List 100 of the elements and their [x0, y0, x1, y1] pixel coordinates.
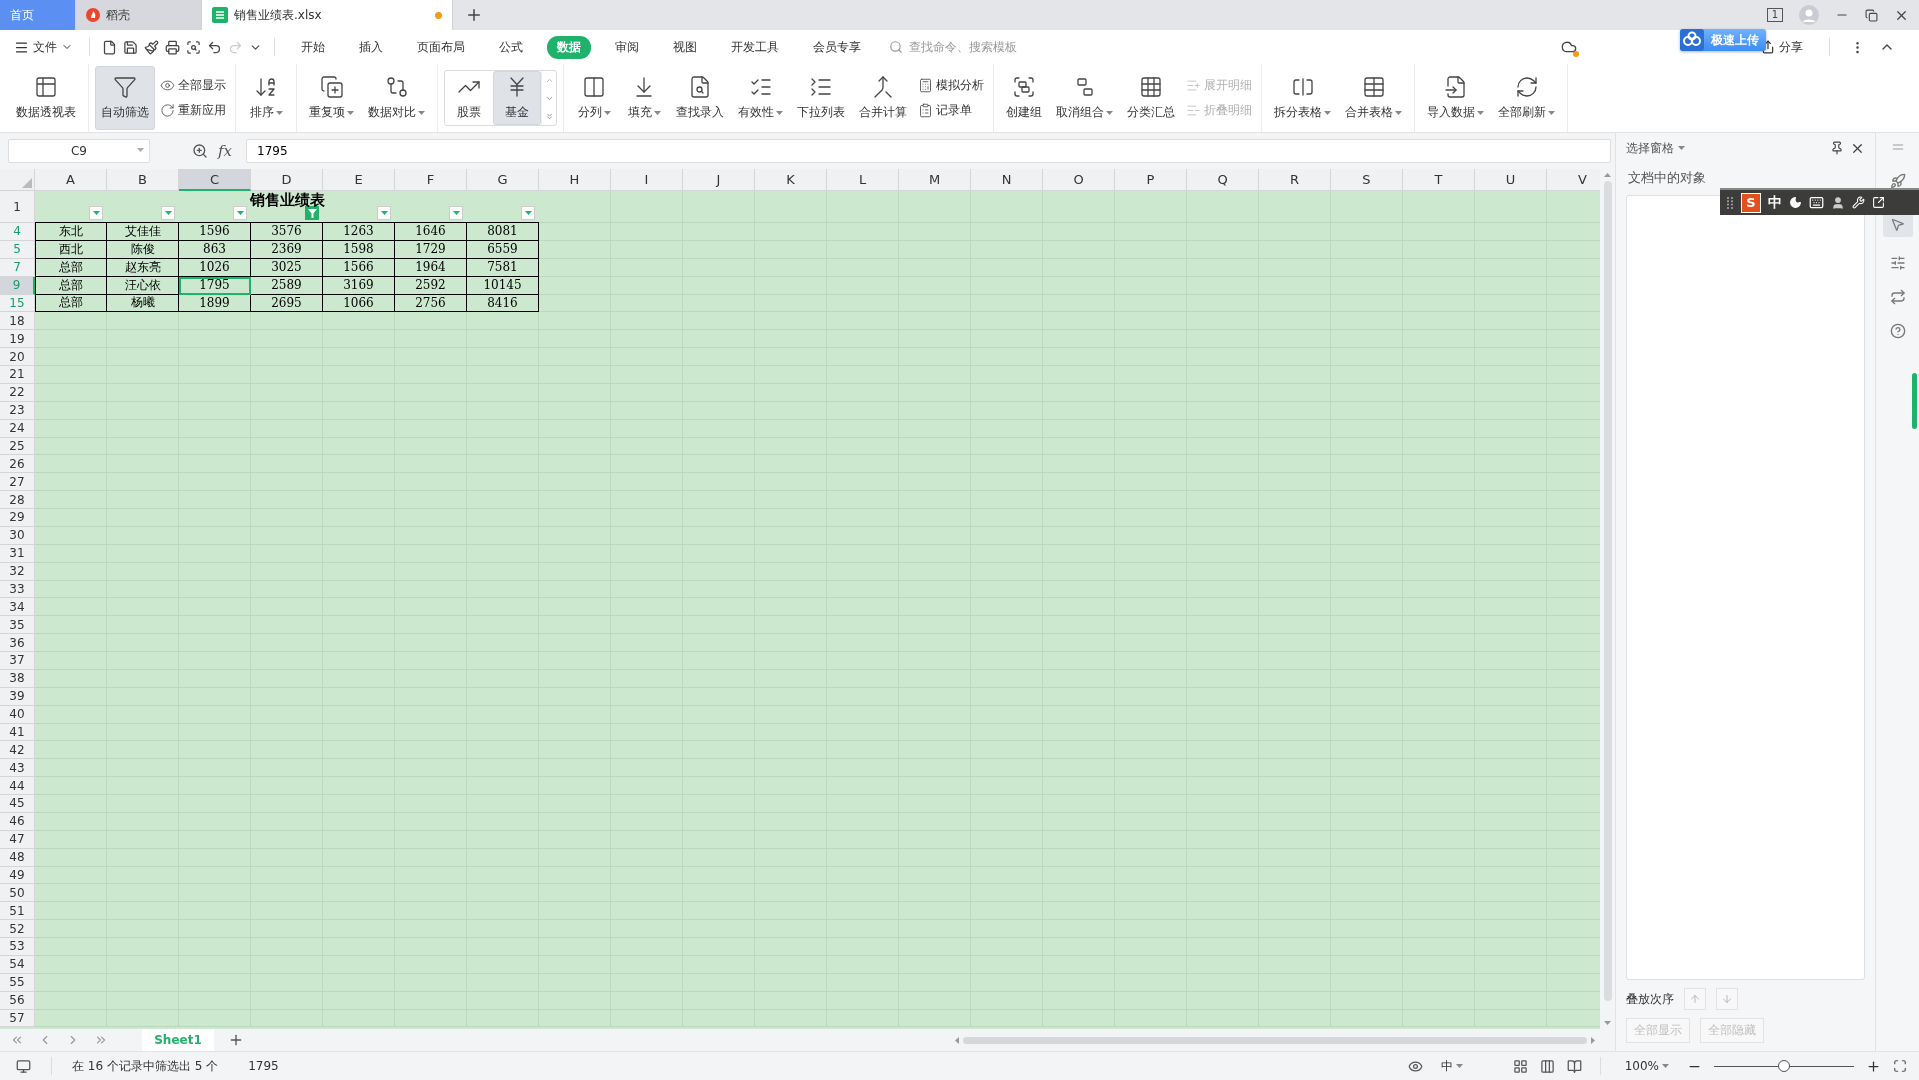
ribbon-tab[interactable]: 会员专享	[803, 35, 871, 59]
column-header[interactable]: C	[179, 169, 251, 191]
ribbon-button[interactable]: 重新应用	[157, 101, 229, 120]
row-header[interactable]: 42	[0, 741, 35, 760]
paintbrush-button[interactable]	[144, 39, 159, 55]
new-tab-button[interactable]	[465, 6, 483, 24]
rocket-icon[interactable]	[1889, 173, 1906, 189]
pin-button[interactable]	[1830, 141, 1844, 155]
row-header[interactable]: 52	[0, 920, 35, 938]
save-button[interactable]	[123, 39, 138, 55]
arrow-left-icon[interactable]	[955, 1036, 959, 1044]
arrow-right-icon[interactable]	[1591, 1036, 1595, 1044]
row-header[interactable]: 45	[0, 795, 35, 813]
horizontal-scrollbar[interactable]	[955, 1034, 1595, 1046]
keyboard-icon[interactable]	[1809, 195, 1824, 210]
first-sheet-icon[interactable]	[10, 1033, 24, 1047]
row-header[interactable]: 21	[0, 366, 35, 384]
row-header[interactable]: 37	[0, 652, 35, 670]
grid-view-icon[interactable]	[1512, 1058, 1528, 1074]
filter-dropdown[interactable]	[305, 206, 319, 220]
ribbon-button[interactable]: 全部显示	[157, 76, 229, 95]
column-header[interactable]: J	[683, 169, 755, 191]
arrow-down-icon[interactable]	[1604, 1021, 1611, 1025]
ribbon-button[interactable]: 数据对比	[362, 66, 431, 130]
add-sheet-icon[interactable]	[228, 1032, 244, 1048]
column-header[interactable]: N	[971, 169, 1043, 191]
row-header[interactable]: 34	[0, 598, 35, 617]
ribbon-tab[interactable]: 开始	[291, 35, 335, 59]
ribbon-button[interactable]: 分类汇总	[1121, 66, 1181, 130]
ribbon-button[interactable]: 数据透视表	[10, 66, 82, 130]
moon-icon[interactable]	[1789, 196, 1802, 209]
monitor-icon[interactable]	[16, 1058, 31, 1074]
column-header[interactable]: M	[899, 169, 971, 191]
filter-dropdown[interactable]	[449, 206, 463, 220]
filter-dropdown[interactable]	[233, 206, 247, 220]
eye-icon[interactable]	[1407, 1058, 1423, 1074]
ribbon-button[interactable]: 拆分表格	[1268, 66, 1337, 130]
ribbon-button[interactable]: 分列	[570, 66, 618, 130]
column-header[interactable]: E	[323, 169, 395, 191]
column-header[interactable]: I	[611, 169, 683, 191]
document-tab[interactable]: 稻壳	[76, 0, 202, 30]
column-header[interactable]: O	[1043, 169, 1115, 191]
file-menu[interactable]: 文件	[10, 38, 77, 56]
ribbon-tab[interactable]: 公式	[489, 35, 533, 59]
ribbon-button[interactable]: 股票	[445, 71, 493, 125]
ribbon-button[interactable]: 基金	[493, 71, 541, 125]
page-view-icon[interactable]	[1539, 1058, 1555, 1074]
filter-dropdown[interactable]	[89, 206, 103, 220]
ribbon-button[interactable]: 合并计算	[853, 66, 913, 130]
ribbon-tab[interactable]: 页面布局	[407, 35, 475, 59]
ribbon-tab[interactable]: 开发工具	[721, 35, 789, 59]
column-header[interactable]: H	[539, 169, 611, 191]
ribbon-tab[interactable]: 视图	[663, 35, 707, 59]
column-header[interactable]: V	[1547, 169, 1600, 191]
row-header[interactable]: 26	[0, 455, 35, 474]
ribbon-button[interactable]: 排序	[242, 66, 290, 130]
column-header[interactable]: K	[755, 169, 827, 191]
print-button[interactable]	[165, 39, 180, 55]
wrench-icon[interactable]	[1852, 196, 1865, 209]
column-header[interactable]: F	[395, 169, 467, 191]
filter-dropdown[interactable]	[377, 206, 391, 220]
ribbon-button[interactable]: 合并表格	[1339, 66, 1408, 130]
ribbon-button[interactable]: 下拉列表	[791, 66, 851, 130]
sliders-icon[interactable]	[1889, 255, 1906, 271]
ribbon-button[interactable]: 创建组	[1000, 66, 1048, 130]
column-header[interactable]: L	[827, 169, 899, 191]
column-header[interactable]: P	[1115, 169, 1187, 191]
row-header[interactable]: 18	[0, 312, 35, 331]
row-header[interactable]: 27	[0, 473, 35, 492]
ime-mode[interactable]: 中	[1768, 193, 1782, 212]
row-header[interactable]: 43	[0, 759, 35, 778]
input-method-toolbar[interactable]: S 中	[1720, 188, 1919, 215]
zoom-icon[interactable]	[192, 143, 208, 159]
zoom-in-icon[interactable]	[1866, 1058, 1881, 1074]
column-header[interactable]: S	[1331, 169, 1403, 191]
transform-icon[interactable]	[1889, 289, 1906, 305]
restore-button[interactable]	[1865, 8, 1878, 22]
column-header[interactable]: T	[1403, 169, 1475, 191]
external-icon[interactable]	[1872, 196, 1885, 209]
name-box[interactable]: C9	[8, 139, 150, 163]
document-tab[interactable]: 销售业绩表.xlsx	[202, 0, 453, 30]
ribbon-button[interactable]: 有效性	[732, 66, 789, 130]
ribbon-tab[interactable]: 审阅	[605, 35, 649, 59]
column-header[interactable]: A	[35, 169, 107, 191]
search-field[interactable]: 查找命令、搜索模板	[907, 39, 1041, 55]
row-header[interactable]: 19	[0, 330, 35, 349]
column-header[interactable]: R	[1259, 169, 1331, 191]
row-header[interactable]: 29	[0, 509, 35, 527]
ribbon-tab[interactable]: 插入	[349, 35, 393, 59]
ribbon-button[interactable]: 填充	[620, 66, 668, 130]
row-header[interactable]: 36	[0, 634, 35, 652]
ribbon-button[interactable]: 自动筛选	[95, 66, 155, 130]
column-header[interactable]: Q	[1187, 169, 1259, 191]
row-header[interactable]: 44	[0, 777, 35, 795]
preview-button[interactable]	[186, 39, 201, 55]
row-header[interactable]: 51	[0, 902, 35, 921]
slider-thumb[interactable]	[1778, 1060, 1790, 1072]
column-header[interactable]: D	[251, 169, 323, 191]
filter-dropdown[interactable]	[161, 206, 175, 220]
column-header[interactable]: G	[467, 169, 539, 191]
